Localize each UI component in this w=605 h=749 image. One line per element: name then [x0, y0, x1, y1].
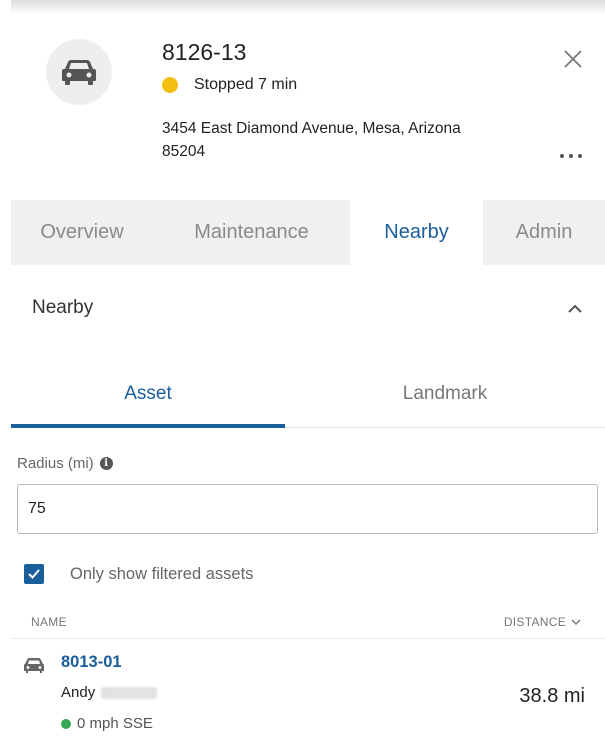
- only-filtered-checkbox-row[interactable]: Only show filtered assets: [24, 564, 253, 584]
- list-divider: [11, 638, 605, 639]
- moving-status-dot: [61, 718, 71, 729]
- result-driver-name: Andy: [61, 684, 96, 701]
- close-icon: [564, 50, 582, 68]
- car-icon: [62, 60, 96, 85]
- car-icon: [24, 658, 44, 673]
- radius-label: Radius (mi) i: [17, 455, 113, 472]
- result-row[interactable]: 8013-01 Andy 0 mph SSE 38.8 mi: [11, 645, 605, 745]
- radius-input[interactable]: [17, 484, 598, 534]
- chevron-down-icon: [571, 619, 581, 626]
- results-header: NAME DISTANCE: [11, 612, 591, 638]
- radius-label-text: Radius (mi): [17, 455, 94, 472]
- result-speed-text: 0 mph SSE: [77, 715, 153, 732]
- nearby-subtabs: Asset Landmark: [11, 360, 605, 428]
- more-options-icon-dot: [569, 154, 573, 158]
- result-driver: Andy: [61, 684, 158, 701]
- status-indicator: [162, 77, 178, 93]
- asset-header: 8126-13 Stopped 7 min 3454 East Diamond …: [11, 14, 605, 200]
- asset-avatar: [46, 39, 112, 105]
- result-distance: 38.8 mi: [519, 685, 585, 707]
- asset-title: 8126-13: [162, 39, 247, 65]
- column-distance-label: DISTANCE: [503, 615, 566, 629]
- chevron-up-icon: [568, 304, 582, 313]
- asset-status: Stopped 7 min: [162, 76, 297, 94]
- address-line2: 85204: [162, 143, 206, 160]
- only-filtered-label: Only show filtered assets: [70, 564, 254, 583]
- result-asset-link[interactable]: 8013-01: [61, 653, 122, 672]
- top-shadow: [11, 0, 605, 14]
- tab-nearby[interactable]: Nearby: [350, 200, 483, 265]
- address-line1: 3454 East Diamond Avenue, Mesa, Arizona: [162, 120, 461, 137]
- column-name: NAME: [31, 615, 67, 629]
- more-options-button[interactable]: [556, 149, 586, 163]
- column-distance[interactable]: DISTANCE: [504, 615, 581, 629]
- active-subtab-indicator: [11, 424, 285, 428]
- close-button[interactable]: [561, 47, 585, 71]
- checkmark-icon: [28, 569, 40, 579]
- redacted-surname: [101, 686, 158, 699]
- asset-address: 3454 East Diamond Avenue, Mesa, Arizona …: [162, 117, 562, 163]
- only-filtered-checkbox[interactable]: [24, 564, 44, 584]
- status-text: Stopped 7 min: [194, 76, 298, 93]
- tab-maintenance[interactable]: Maintenance: [153, 200, 350, 265]
- subtab-asset[interactable]: Asset: [11, 360, 285, 428]
- info-icon[interactable]: i: [99, 457, 113, 470]
- tab-overview[interactable]: Overview: [11, 200, 153, 265]
- more-options-icon-dot: [560, 154, 564, 158]
- more-options-icon-dot: [578, 154, 582, 158]
- result-speed: 0 mph SSE: [61, 715, 153, 732]
- detail-tabs: Overview Maintenance Nearby Admin: [11, 200, 605, 265]
- tab-admin[interactable]: Admin: [483, 200, 605, 265]
- section-title: Nearby: [32, 297, 94, 318]
- collapse-button[interactable]: [566, 300, 584, 318]
- subtab-landmark[interactable]: Landmark: [285, 360, 605, 428]
